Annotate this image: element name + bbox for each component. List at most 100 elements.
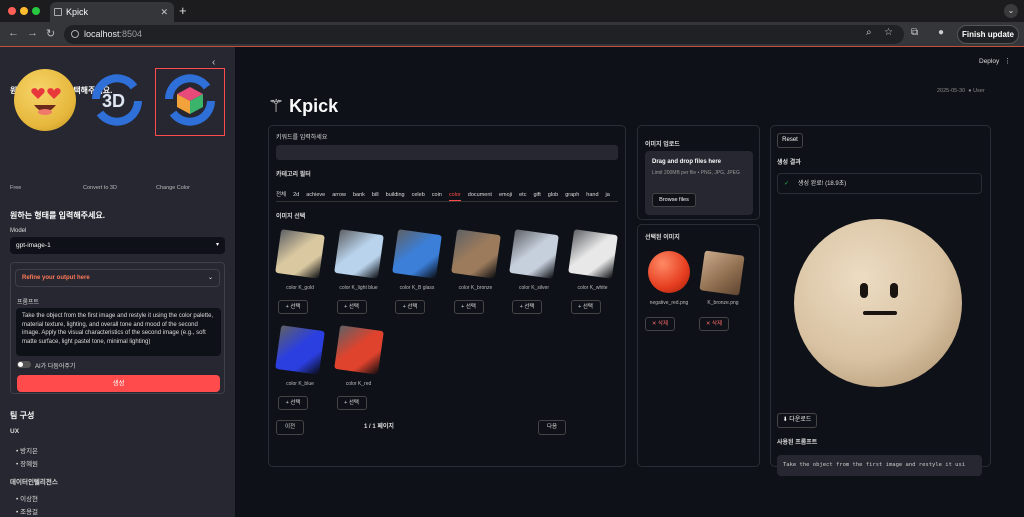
- minimize-window-button[interactable]: [20, 7, 28, 15]
- tab-building[interactable]: building: [386, 192, 405, 198]
- back-icon[interactable]: ←: [8, 27, 19, 39]
- select-image-button[interactable]: + 선택: [336, 300, 367, 314]
- image-thumbnail[interactable]: [567, 229, 618, 279]
- prev-page-button[interactable]: 이전: [276, 420, 304, 435]
- reset-button[interactable]: Reset: [777, 133, 803, 148]
- selected-caption: K_bronze.png: [707, 300, 739, 306]
- tab-gift[interactable]: gift: [533, 192, 540, 198]
- shape-heading: 원하는 형태를 입력해주세요.: [10, 211, 105, 220]
- close-window-button[interactable]: [8, 7, 16, 15]
- url-host: localhost: [84, 29, 120, 39]
- reload-icon[interactable]: ↻: [46, 27, 55, 40]
- new-tab-icon[interactable]: +: [179, 3, 187, 18]
- select-image-button[interactable]: + 선택: [278, 300, 308, 314]
- tab-bank[interactable]: bank: [353, 192, 365, 198]
- tab-coin[interactable]: coin: [432, 192, 442, 198]
- page-icon: [54, 8, 62, 16]
- tab-arrow[interactable]: arrow: [332, 192, 346, 198]
- image-caption: color K_red: [345, 381, 372, 387]
- model-select[interactable]: gpt-image-1 ▾: [10, 237, 225, 254]
- tab-hand[interactable]: hand: [586, 192, 598, 198]
- ai-refine-toggle[interactable]: [17, 361, 31, 368]
- team-group-name: 데이터인텔리전스: [10, 479, 58, 486]
- prompt-textarea[interactable]: Take the object from the first image and…: [16, 308, 221, 356]
- tab-2d[interactable]: 2d: [293, 192, 299, 198]
- team-member: • 이상현: [16, 496, 39, 503]
- team-heading: 팀 구성: [10, 411, 35, 420]
- site-info-icon[interactable]: [71, 30, 79, 38]
- browser-tab[interactable]: Kpick ✕: [50, 2, 174, 22]
- tab-glob[interactable]: glob: [548, 192, 558, 198]
- download-button[interactable]: ⬇ 다운로드: [777, 413, 817, 428]
- check-icon: ✓: [784, 181, 790, 187]
- tab-document[interactable]: document: [468, 192, 492, 198]
- bookmark-star-icon[interactable]: ☆: [884, 27, 893, 38]
- deploy-button[interactable]: Deploy: [979, 58, 999, 65]
- image-thumbnail[interactable]: [333, 229, 384, 279]
- image-thumbnail[interactable]: [275, 229, 325, 279]
- zoom-icon[interactable]: ⌕: [866, 27, 872, 38]
- image-browser-panel: [268, 125, 626, 467]
- select-image-button[interactable]: + 선택: [453, 300, 484, 314]
- refine-header[interactable]: Refine your output here ⌄: [15, 269, 220, 287]
- tab-emoji[interactable]: emoji: [499, 192, 512, 198]
- refine-expander: Refine your output here ⌄ 프롬프트 Take the …: [10, 262, 225, 394]
- keyword-input[interactable]: [276, 145, 618, 160]
- profile-avatar-icon[interactable]: ●: [938, 27, 944, 38]
- image-thumbnail[interactable]: [509, 229, 559, 279]
- heart-eyes-emoji-icon: [31, 88, 61, 115]
- collapse-sidebar-icon[interactable]: ‹: [212, 57, 215, 68]
- finish-update-button[interactable]: Finish update: [957, 25, 1019, 44]
- prompt-label: 프롬프트: [17, 300, 40, 306]
- chevron-down-icon: ▾: [215, 242, 219, 248]
- convert-3d-icon: 3D: [92, 74, 142, 126]
- style-change-color-image[interactable]: [159, 69, 221, 131]
- user-icon: ●: [968, 88, 972, 94]
- image-thumbnail[interactable]: [275, 325, 325, 375]
- tab-achieve[interactable]: achieve: [306, 192, 325, 198]
- delete-button[interactable]: ✕ 삭제: [699, 317, 729, 331]
- ai-refine-label: AI가 다듬어주기: [35, 364, 76, 370]
- main-menu-icon[interactable]: ⋮: [1004, 57, 1011, 65]
- tab-ja[interactable]: ja: [606, 192, 610, 198]
- delete-button[interactable]: ✕ 삭제: [645, 317, 675, 331]
- forward-icon[interactable]: →: [27, 27, 38, 39]
- tab-celeb[interactable]: celeb: [412, 192, 425, 198]
- select-image-button[interactable]: + 선택: [336, 396, 367, 410]
- select-image-button[interactable]: + 선택: [395, 300, 425, 314]
- style-3d-label: Convert to 3D: [83, 185, 117, 191]
- tab-title: Kpick: [66, 7, 89, 17]
- image-thumbnail[interactable]: [392, 229, 442, 279]
- image-thumbnail[interactable]: [450, 229, 501, 279]
- style-free-image[interactable]: [14, 69, 76, 131]
- tab-graph[interactable]: graph: [565, 192, 579, 198]
- extensions-icon[interactable]: ⧉: [911, 27, 918, 38]
- generate-button[interactable]: 생성: [17, 375, 220, 392]
- style-convert-3d-image[interactable]: 3D: [86, 69, 148, 131]
- next-page-button[interactable]: 다음: [538, 420, 566, 435]
- magic-wand-icon: ⚚: [268, 96, 285, 116]
- browse-files-button[interactable]: Browse files: [652, 193, 696, 207]
- refine-label: Refine your output here: [22, 275, 90, 281]
- select-image-button[interactable]: + 선택: [278, 396, 308, 410]
- address-bar[interactable]: localhost:8504: [64, 25, 904, 44]
- selected-image-red: [648, 251, 690, 293]
- tab-all[interactable]: 전체: [276, 192, 286, 198]
- tab-bill[interactable]: bill: [372, 192, 379, 198]
- category-label: 카테고리 필터: [276, 172, 311, 178]
- style-free-label: Free: [10, 185, 22, 191]
- result-eye: [890, 283, 898, 298]
- select-image-button[interactable]: + 선택: [570, 300, 601, 314]
- model-value: gpt-image-1: [16, 242, 51, 249]
- close-tab-icon[interactable]: ✕: [160, 2, 168, 22]
- result-eye: [860, 283, 868, 298]
- image-thumbnail[interactable]: [333, 325, 384, 375]
- upload-label: 이미지 업로드: [645, 142, 680, 148]
- used-prompt-code: Take the object from the first image and…: [777, 455, 982, 476]
- maximize-window-button[interactable]: [32, 7, 40, 15]
- tab-color[interactable]: color: [448, 192, 461, 201]
- tab-etc[interactable]: etc: [519, 192, 526, 198]
- tab-menu-icon[interactable]: ⌄: [1004, 4, 1018, 18]
- file-dropzone[interactable]: Drag and drop files here Limit 200MB per…: [645, 151, 753, 215]
- select-image-button[interactable]: + 선택: [512, 300, 542, 314]
